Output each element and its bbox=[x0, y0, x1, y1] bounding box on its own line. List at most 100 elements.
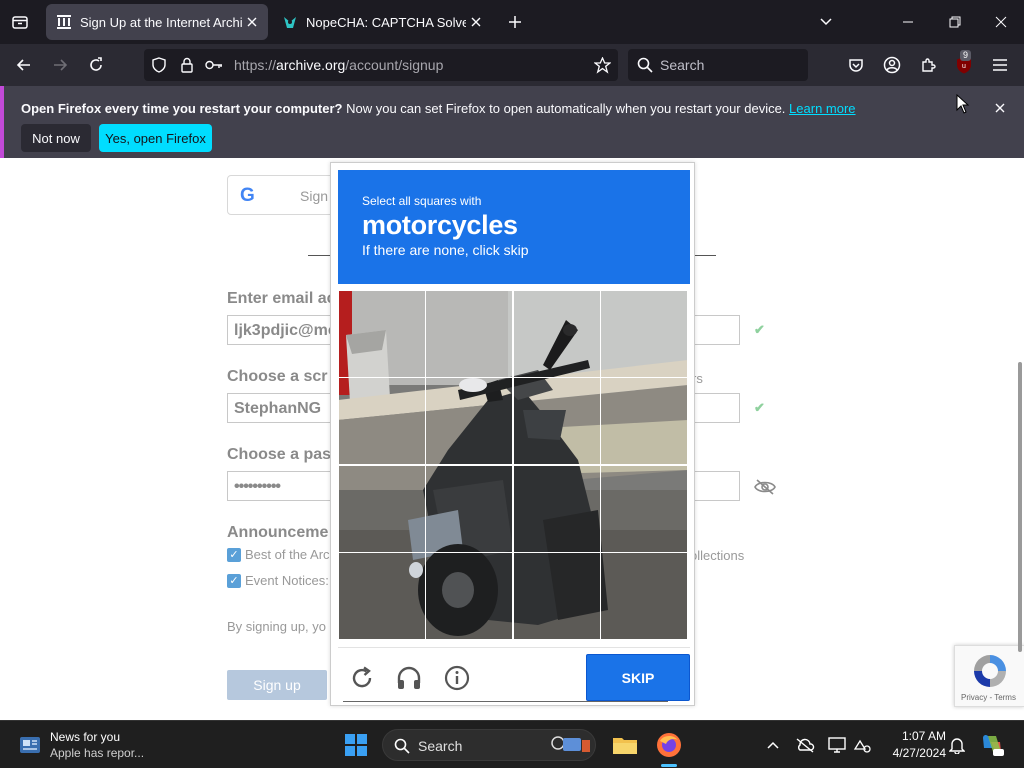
chevron-up-icon bbox=[767, 741, 779, 749]
google-signin-label: Sign bbox=[300, 188, 329, 204]
grid-tile-4[interactable] bbox=[600, 290, 688, 378]
shield-icon[interactable] bbox=[150, 56, 168, 74]
recaptcha-badge[interactable]: Privacy - Terms bbox=[954, 645, 1024, 707]
grid-tile-15[interactable] bbox=[513, 552, 601, 640]
challenge-instruction: Select all squares with bbox=[362, 194, 482, 208]
window-close-button[interactable] bbox=[989, 10, 1013, 34]
taskbar-search-label: Search bbox=[418, 738, 463, 754]
recaptcha-privacy-terms[interactable]: Privacy - Terms bbox=[961, 693, 1016, 702]
search-icon bbox=[394, 738, 410, 754]
divider-left bbox=[308, 255, 332, 256]
toggle-password-visibility-button[interactable] bbox=[752, 476, 778, 498]
restore-icon bbox=[949, 16, 961, 28]
sign-up-button[interactable]: Sign up bbox=[227, 670, 327, 700]
app-menu-button[interactable] bbox=[988, 53, 1012, 77]
grid-tile-8[interactable] bbox=[600, 377, 688, 465]
clock-date[interactable]: 4/27/2024 bbox=[872, 746, 946, 760]
challenge-help-button[interactable] bbox=[442, 663, 472, 693]
minimize-button[interactable] bbox=[896, 10, 920, 34]
reload-button[interactable] bbox=[84, 53, 108, 77]
lock-icon[interactable] bbox=[178, 56, 196, 74]
notification-close-button[interactable] bbox=[990, 98, 1010, 118]
open-firefox-button[interactable]: Yes, open Firefox bbox=[99, 124, 212, 152]
close-icon bbox=[995, 16, 1007, 28]
event-notices-checkbox[interactable]: ✓ bbox=[227, 574, 241, 588]
mouse-cursor-icon bbox=[956, 94, 970, 114]
eye-slash-icon bbox=[754, 479, 776, 495]
google-signin-button[interactable]: G Sign bbox=[227, 175, 337, 215]
grid-tile-3[interactable] bbox=[513, 290, 601, 378]
skip-button[interactable]: SKIP bbox=[586, 654, 690, 701]
address-bar[interactable]: https://archive.org/account/signup bbox=[144, 49, 618, 81]
url-text: https://archive.org/account/signup bbox=[234, 57, 444, 73]
audio-challenge-button[interactable] bbox=[394, 663, 424, 693]
grid-tile-1[interactable] bbox=[338, 290, 426, 378]
folder-icon bbox=[613, 738, 637, 754]
pocket-button[interactable] bbox=[844, 53, 868, 77]
newsletter-checkbox[interactable]: ✓ bbox=[227, 548, 241, 562]
clock-time[interactable]: 1:07 AM bbox=[882, 729, 946, 743]
email-value: ljk3pdjic@mc bbox=[234, 322, 337, 339]
bookmark-star-icon[interactable] bbox=[592, 55, 612, 75]
challenge-footer-divider bbox=[338, 647, 690, 648]
notifications-button[interactable] bbox=[946, 734, 968, 756]
copilot-icon bbox=[983, 734, 1004, 756]
copilot-button[interactable] bbox=[978, 731, 1006, 759]
grid-tile-14[interactable] bbox=[425, 552, 513, 640]
grid-tile-13[interactable] bbox=[338, 552, 426, 640]
new-tab-button[interactable] bbox=[503, 10, 527, 34]
firefox-icon bbox=[657, 733, 681, 757]
grid-tile-16[interactable] bbox=[600, 552, 688, 640]
news-widget-title[interactable]: News for you bbox=[50, 730, 120, 744]
tab-title: NopeCHA: CAPTCHA Solver – C bbox=[306, 14, 466, 30]
tab-nopecha[interactable]: NopeCHA: CAPTCHA Solver – C bbox=[272, 4, 492, 40]
search-bar[interactable]: Search bbox=[628, 49, 808, 81]
list-all-tabs-button[interactable] bbox=[814, 10, 838, 34]
account-button[interactable] bbox=[880, 53, 904, 77]
file-explorer-button[interactable] bbox=[611, 732, 639, 758]
taskbar-search-box[interactable]: Search bbox=[382, 729, 596, 761]
recaptcha-challenge: Select all squares with motorcycles If t… bbox=[330, 162, 695, 706]
reload-challenge-button[interactable] bbox=[347, 663, 377, 693]
screen-name-label: Choose a scr bbox=[227, 368, 328, 385]
grid-tile-12[interactable] bbox=[600, 465, 688, 553]
display-button[interactable] bbox=[826, 734, 848, 756]
announcements-label: Announceme bbox=[227, 524, 329, 541]
newsletter-checkbox-label-tail: ollections bbox=[690, 548, 745, 563]
account-icon bbox=[883, 56, 901, 74]
restore-button[interactable] bbox=[943, 10, 967, 34]
learn-more-link[interactable]: Learn more bbox=[789, 101, 855, 116]
tab-title: Sign Up at the Internet Archive bbox=[80, 14, 242, 30]
extensions-button[interactable] bbox=[916, 53, 940, 77]
reload-icon bbox=[352, 666, 372, 688]
tab-bar: Sign Up at the Internet Archive NopeCHA:… bbox=[0, 0, 1024, 44]
firefox-running-indicator bbox=[661, 764, 677, 767]
page-scrollbar[interactable] bbox=[1018, 362, 1022, 652]
grid-tile-6[interactable] bbox=[425, 377, 513, 465]
windows-start-button[interactable] bbox=[343, 732, 369, 758]
close-icon[interactable] bbox=[242, 12, 262, 32]
grid-tile-9[interactable] bbox=[338, 465, 426, 553]
news-widget-icon[interactable] bbox=[18, 733, 42, 757]
grid-tile-10[interactable] bbox=[425, 465, 513, 553]
grid-tile-2[interactable] bbox=[425, 290, 513, 378]
news-widget-subtitle[interactable]: Apple has repor... bbox=[50, 746, 144, 760]
onedrive-status-button[interactable] bbox=[794, 734, 816, 756]
search-highlight-icon bbox=[551, 736, 590, 752]
not-now-button[interactable]: Not now bbox=[21, 124, 91, 152]
close-icon[interactable] bbox=[466, 12, 486, 32]
bell-icon bbox=[949, 738, 965, 754]
permissions-key-icon[interactable] bbox=[204, 56, 224, 74]
network-status-button[interactable] bbox=[851, 734, 873, 756]
show-hidden-icons-button[interactable] bbox=[764, 735, 782, 755]
tab-overview-button[interactable] bbox=[8, 10, 32, 34]
grid-tile-11[interactable] bbox=[513, 465, 601, 553]
firefox-taskbar-button[interactable] bbox=[654, 730, 684, 760]
grid-tile-7[interactable] bbox=[513, 377, 601, 465]
back-button[interactable] bbox=[12, 53, 36, 77]
tab-archive-signup[interactable]: Sign Up at the Internet Archive bbox=[46, 4, 268, 40]
forward-button[interactable] bbox=[48, 53, 72, 77]
screen-name-value: StephanNG bbox=[234, 400, 322, 417]
grid-tile-5[interactable] bbox=[338, 377, 426, 465]
reload-icon bbox=[90, 57, 102, 71]
